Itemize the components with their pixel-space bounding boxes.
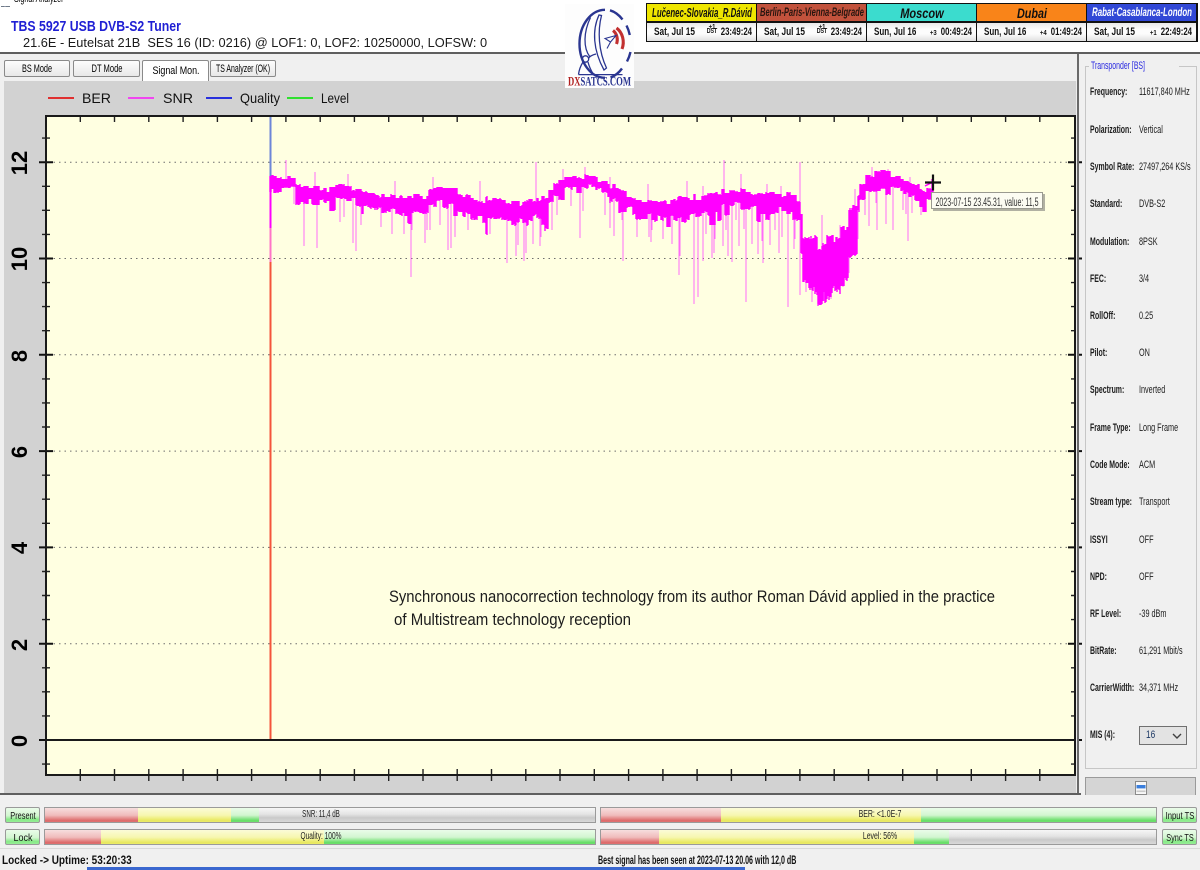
- svg-text:DXSATCS.COM: DXSATCS.COM: [568, 75, 631, 89]
